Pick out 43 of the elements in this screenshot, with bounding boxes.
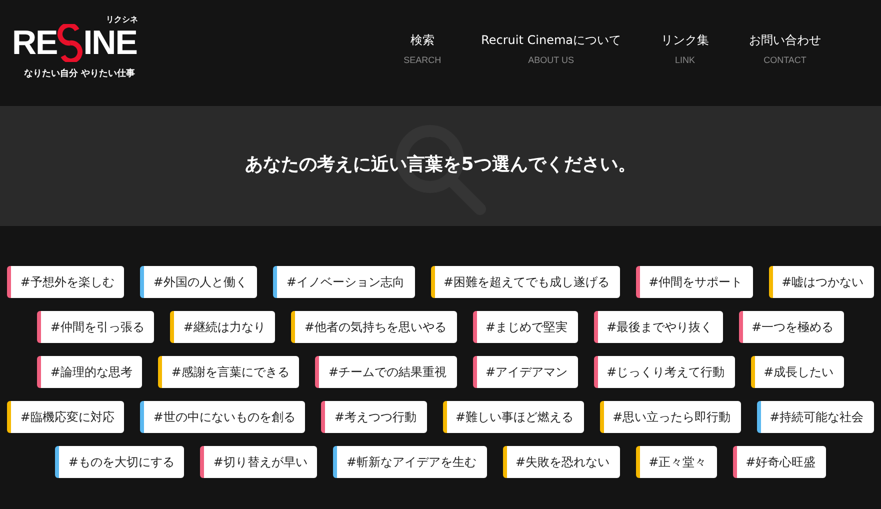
keyword-tag[interactable]: #成長したい bbox=[750, 356, 844, 388]
keyword-tag[interactable]: #アイデアマン bbox=[472, 356, 578, 388]
keyword-tag[interactable]: #感謝を言葉にできる bbox=[158, 356, 300, 388]
nav-link[interactable]: Recruit Cinemaについて bbox=[481, 32, 621, 49]
keyword-tag[interactable]: #嘘はつかない bbox=[768, 266, 874, 298]
nav-link[interactable]: リンク集 bbox=[661, 32, 709, 49]
keyword-tag[interactable]: #まじめで堅実 bbox=[472, 311, 578, 343]
keyword-tag[interactable]: #持続可能な社会 bbox=[756, 401, 874, 433]
keyword-tag[interactable]: #外国の人と働く bbox=[140, 266, 258, 298]
nav-subtitle: SEARCH bbox=[404, 55, 442, 65]
keyword-tag[interactable]: #失敗を恐れない bbox=[502, 446, 620, 478]
keyword-tag[interactable]: #一つを極める bbox=[738, 311, 844, 343]
keyword-tag[interactable]: #臨機応変に対応 bbox=[7, 401, 124, 433]
page-heading: あなたの考えに近い言葉を5つ選んでください。 bbox=[245, 153, 636, 176]
nav-subtitle: LINK bbox=[674, 55, 695, 65]
keyword-tag[interactable]: #予想外を楽しむ bbox=[7, 266, 124, 298]
nav-link[interactable]: お問い合わせ bbox=[749, 32, 821, 49]
logo-text: RE bbox=[12, 26, 58, 60]
keyword-tag[interactable]: #切り替えが早い bbox=[200, 446, 318, 478]
keyword-tag[interactable]: #最後までやり抜く bbox=[594, 311, 723, 343]
keyword-tag[interactable]: #斬新なアイデアを生む bbox=[333, 446, 486, 478]
keyword-tag[interactable]: #チームでの結果重視 bbox=[315, 356, 456, 388]
keyword-tag[interactable]: #難しい事ほど燃える bbox=[442, 401, 584, 433]
keyword-tag[interactable]: #仲間を引っ張る bbox=[37, 311, 154, 343]
nav-subtitle: CONTACT bbox=[764, 55, 806, 65]
keyword-tag[interactable]: #他者の気持ちを思いやる bbox=[291, 311, 456, 343]
keyword-tag[interactable]: #ものを大切にする bbox=[55, 446, 184, 478]
keyword-tag[interactable]: #思い立ったら即行動 bbox=[600, 401, 741, 433]
keyword-tag[interactable]: #正々堂々 bbox=[636, 446, 717, 478]
keyword-tag[interactable]: #仲間をサポート bbox=[636, 266, 753, 298]
keyword-tag[interactable]: #困難を超えてでも成し遂げる bbox=[430, 266, 620, 298]
logo-tagline: なりたい自分 やりたい仕事 bbox=[24, 67, 136, 80]
keyword-tag[interactable]: #じっくり考えて行動 bbox=[594, 356, 735, 388]
nav-link[interactable]: 検索 bbox=[410, 32, 434, 49]
keyword-tag[interactable]: #好奇心旺盛 bbox=[732, 446, 826, 478]
keyword-tag[interactable]: #世の中にないものを創る bbox=[140, 401, 306, 433]
keyword-tag[interactable]: #継続は力なり bbox=[170, 311, 276, 343]
keyword-tag[interactable]: #イノベーション志向 bbox=[273, 266, 414, 298]
logo-text: INE bbox=[83, 26, 137, 60]
keyword-tag[interactable]: #考えつつ行動 bbox=[321, 401, 426, 433]
nav-subtitle: ABOUT US bbox=[528, 55, 574, 65]
logo-ruby: リクシネ bbox=[106, 14, 138, 25]
keyword-tag[interactable]: #論理的な思考 bbox=[37, 356, 142, 388]
